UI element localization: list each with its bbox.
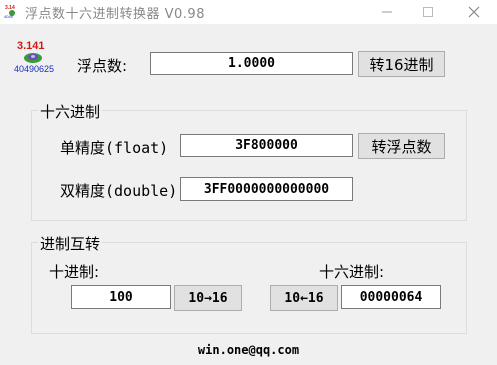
maximize-icon xyxy=(423,7,433,17)
single-precision-input[interactable]: 3F800000 xyxy=(180,134,353,157)
double-precision-input[interactable]: 3FF0000000000000 xyxy=(180,177,353,201)
window-title: 浮点数十六进制转换器 V0.98 xyxy=(25,7,205,22)
minimize-icon xyxy=(382,11,392,13)
decimal-label: 十进制: xyxy=(49,263,100,281)
float-label: 浮点数: xyxy=(77,57,128,75)
hex-group-title: 十六进制 xyxy=(38,101,103,122)
float-input[interactable]: 1.0000 xyxy=(150,52,353,75)
hexadecimal-input[interactable]: 00000064 xyxy=(341,285,441,309)
author-email: win.one@qq.com xyxy=(197,343,300,357)
hexadecimal-label: 十六进制: xyxy=(319,263,385,281)
svg-text:4049: 4049 xyxy=(4,14,14,19)
decimal-input[interactable]: 100 xyxy=(71,285,171,309)
to-hex-button[interactable]: 转16进制 xyxy=(358,51,445,77)
radix-group-title: 进制互转 xyxy=(38,233,103,254)
maximize-button[interactable] xyxy=(406,0,450,24)
app-icon: 3.14 4049 xyxy=(4,5,15,19)
app-logo: 3.141 40490625 xyxy=(14,40,55,76)
minimize-button[interactable] xyxy=(365,0,409,24)
close-button[interactable] xyxy=(452,0,496,24)
title-bar: 3.14 4049 浮点数十六进制转换器 V0.98 xyxy=(0,0,497,24)
logo-hex-text: 40490625 xyxy=(14,64,55,74)
close-icon xyxy=(468,6,480,18)
dec-to-hex-button[interactable]: 10→16 xyxy=(174,285,242,311)
converter-window: 3.14 4049 浮点数十六进制转换器 V0.98 3.141 4049062… xyxy=(0,0,497,365)
to-float-button[interactable]: 转浮点数 xyxy=(358,133,445,159)
hex-groupbox xyxy=(31,110,467,221)
single-precision-label: 单精度(float) xyxy=(60,139,169,157)
logo-graphic-icon xyxy=(24,53,42,63)
hex-to-dec-button[interactable]: 10←16 xyxy=(270,285,338,311)
double-precision-label: 双精度(double) xyxy=(60,182,178,200)
svg-text:3.14: 3.14 xyxy=(5,5,15,11)
